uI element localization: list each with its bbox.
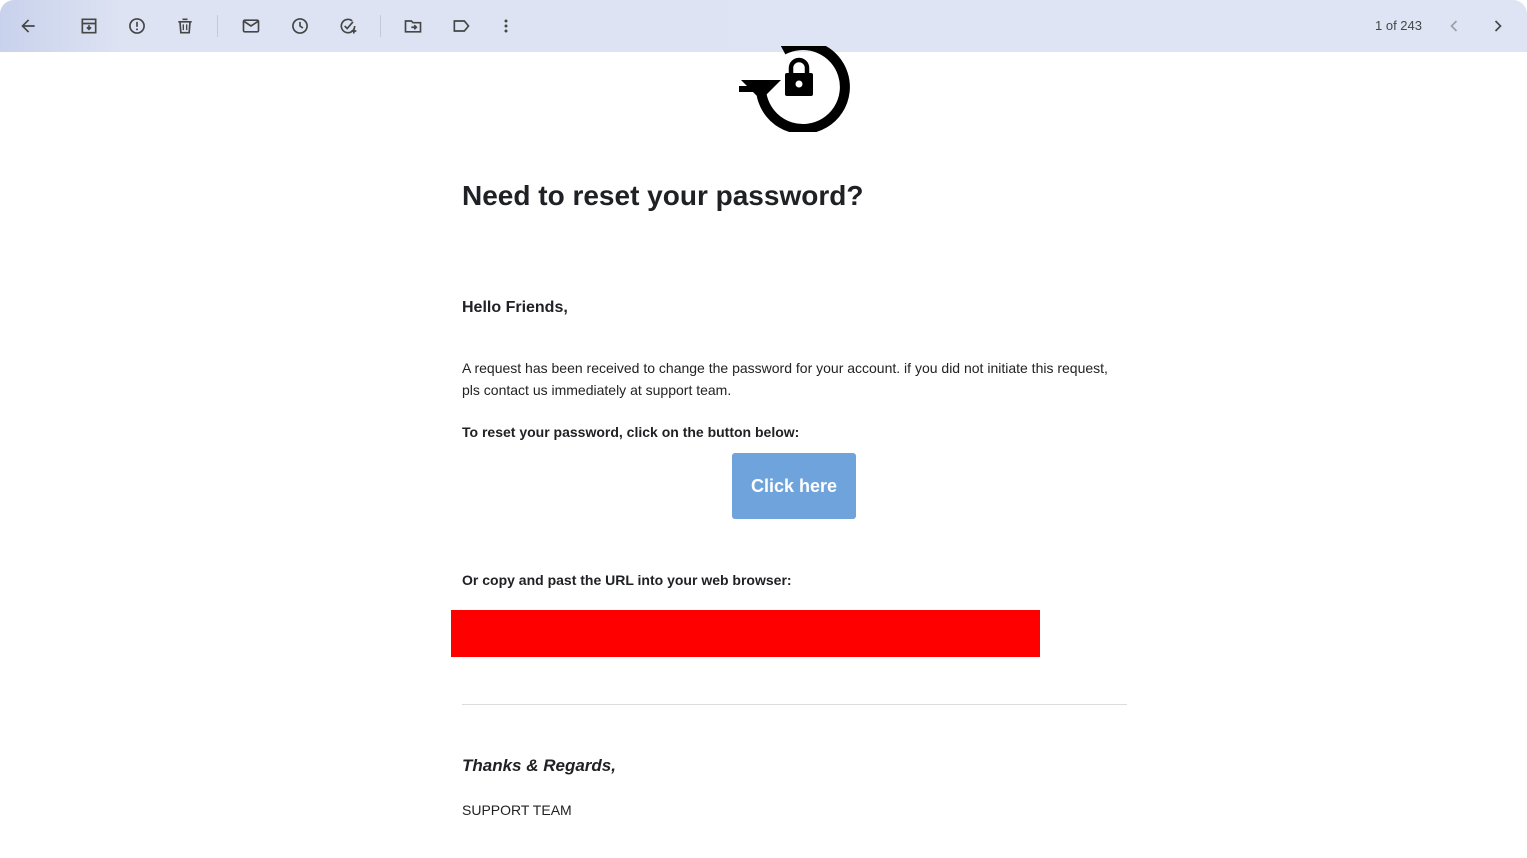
email-body: Need to reset your password? Hello Frien… (0, 46, 1527, 858)
move-to-button[interactable] (397, 10, 429, 42)
chevron-left-icon (1450, 20, 1458, 32)
email-headline: Need to reset your password? (462, 180, 864, 211)
older-button[interactable] (1482, 10, 1514, 42)
more-options-button[interactable] (490, 10, 522, 42)
label-icon (453, 20, 470, 32)
body-text: A request has been received to change th… (462, 360, 1108, 398)
pager-count: 1 of 243 (1375, 18, 1422, 33)
move-to-icon (404, 20, 422, 33)
snooze-icon (292, 18, 308, 34)
redacted-url-block (451, 610, 1040, 657)
archive-button[interactable] (73, 10, 105, 42)
delete-icon (178, 18, 192, 34)
divider (462, 704, 1127, 705)
signoff: Thanks & Regards, (462, 756, 616, 775)
snooze-button[interactable] (284, 10, 316, 42)
newer-button[interactable] (1438, 10, 1470, 42)
back-arrow-icon (21, 19, 35, 33)
delete-button[interactable] (169, 10, 201, 42)
click-here-button[interactable]: Click here (732, 453, 856, 519)
greeting: Hello Friends, (462, 299, 568, 316)
toolbar-separator (217, 15, 218, 37)
url-label: Or copy and past the URL into your web b… (462, 572, 792, 588)
more-vert-icon (504, 19, 508, 33)
label-button[interactable] (445, 10, 477, 42)
report-spam-icon (129, 18, 145, 34)
report-spam-button[interactable] (121, 10, 153, 42)
chevron-right-icon (1494, 20, 1502, 32)
lock-reset-icon (739, 46, 850, 132)
archive-icon (81, 18, 97, 34)
mark-unread-icon (242, 19, 260, 33)
back-button[interactable] (12, 10, 44, 42)
toolbar-separator (380, 15, 381, 37)
add-task-button[interactable] (332, 10, 364, 42)
add-task-icon (340, 18, 357, 34)
mark-unread-button[interactable] (235, 10, 267, 42)
reset-instruction: To reset your password, click on the but… (462, 424, 800, 440)
team-signature: SUPPORT TEAM (462, 802, 572, 818)
email-toolbar: 1 of 243 (0, 0, 1527, 52)
